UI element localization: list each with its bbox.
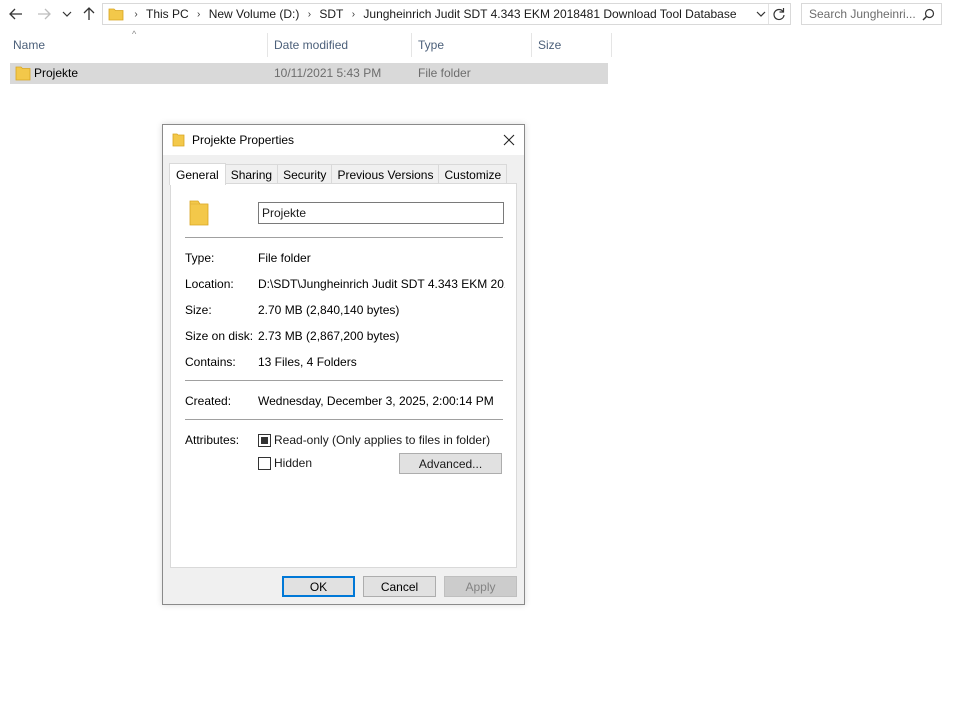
column-header-date-modified[interactable]: Date modified xyxy=(274,34,348,56)
folder-name-input[interactable]: Projekte xyxy=(258,202,504,224)
column-label: Type xyxy=(418,38,445,52)
back-button[interactable] xyxy=(6,4,26,24)
size-label: Size: xyxy=(185,303,212,317)
hidden-checkbox[interactable]: Hidden xyxy=(258,456,312,470)
type-value: File folder xyxy=(258,251,311,265)
up-button[interactable] xyxy=(80,4,98,24)
breadcrumb-current-folder[interactable]: Jungheinrich Judit SDT 4.343 EKM 2018481… xyxy=(363,7,736,21)
readonly-checkbox[interactable]: Read-only (Only applies to files in fold… xyxy=(258,433,490,447)
tab-strip: General Sharing Security Previous Versio… xyxy=(169,163,508,185)
contains-value: 13 Files, 4 Folders xyxy=(258,355,357,369)
search-placeholder: Search Jungheinri... xyxy=(809,7,916,21)
divider xyxy=(185,380,503,381)
tab-sharing[interactable]: Sharing xyxy=(224,164,279,184)
dialog-titlebar[interactable]: Projekte Properties xyxy=(163,125,524,155)
breadcrumb-this-pc[interactable]: This PC xyxy=(146,7,189,21)
created-value: Wednesday, December 3, 2025, 2:00:14 PM xyxy=(258,394,494,408)
address-divider xyxy=(768,4,769,24)
column-divider[interactable] xyxy=(411,33,412,57)
breadcrumb-separator-icon: › xyxy=(197,8,201,20)
readonly-checkbox-indeterminate-icon xyxy=(258,433,271,447)
sort-ascending-icon: ^ xyxy=(132,29,137,39)
column-header-name[interactable]: Name xyxy=(13,34,45,56)
up-arrow-icon xyxy=(83,7,95,20)
properties-dialog: Projekte Properties General Sharing Secu… xyxy=(162,124,525,605)
type-label: Type: xyxy=(185,251,215,265)
column-divider[interactable] xyxy=(531,33,532,57)
forward-arrow-icon xyxy=(38,8,51,20)
size-value: 2.70 MB (2,840,140 bytes) xyxy=(258,303,400,317)
divider xyxy=(185,237,503,238)
location-value: D:\SDT\Jungheinrich Judit SDT 4.343 EKM … xyxy=(258,277,505,291)
size-on-disk-value: 2.73 MB (2,867,200 bytes) xyxy=(258,329,400,343)
divider xyxy=(185,419,503,420)
address-bar[interactable]: › This PC › New Volume (D:) › SDT › Jung… xyxy=(102,3,791,25)
folder-large-icon xyxy=(189,200,209,226)
search-input[interactable]: Search Jungheinri... xyxy=(801,3,942,25)
tab-general[interactable]: General xyxy=(169,163,226,185)
recent-locations-button[interactable] xyxy=(60,4,74,24)
hidden-checkbox-box xyxy=(258,456,271,470)
readonly-label: Read-only (Only applies to files in fold… xyxy=(274,433,491,447)
search-icon xyxy=(922,8,935,21)
column-header-type[interactable]: Type xyxy=(418,34,444,56)
breadcrumb-separator-icon: › xyxy=(307,8,312,20)
column-label: Name xyxy=(13,38,46,52)
breadcrumb-separator-icon: › xyxy=(351,8,356,20)
file-name: Projekte xyxy=(34,66,79,80)
folder-name-value: Projekte xyxy=(262,206,307,220)
column-divider[interactable] xyxy=(611,33,612,57)
location-label: Location: xyxy=(185,277,234,291)
tab-previous-versions[interactable]: Previous Versions xyxy=(331,164,440,184)
attributes-label: Attributes: xyxy=(185,433,240,447)
address-dropdown-icon[interactable] xyxy=(754,7,768,21)
hidden-label: Hidden xyxy=(274,456,313,470)
column-label: Size xyxy=(538,38,562,52)
column-label: Date modified xyxy=(274,38,349,52)
close-icon xyxy=(503,134,515,146)
refresh-icon[interactable] xyxy=(771,6,787,22)
ok-button[interactable]: OK xyxy=(282,576,355,597)
size-on-disk-label: Size on disk: xyxy=(185,329,254,343)
folder-icon xyxy=(15,66,31,81)
general-tab-panel: Projekte Type: File folder Location: D:\… xyxy=(170,183,517,568)
tab-customize[interactable]: Customize xyxy=(438,164,508,184)
apply-button[interactable]: Apply xyxy=(444,576,517,597)
folder-icon xyxy=(108,8,124,21)
file-date-modified: 10/11/2021 5:43 PM xyxy=(274,66,382,80)
created-label: Created: xyxy=(185,394,232,408)
forward-button[interactable] xyxy=(34,4,54,24)
breadcrumb-separator-icon: › xyxy=(134,8,138,20)
folder-icon xyxy=(172,133,185,147)
breadcrumb-drive[interactable]: New Volume (D:) xyxy=(209,7,300,21)
advanced-button[interactable]: Advanced... xyxy=(399,453,502,474)
close-button[interactable] xyxy=(494,125,524,155)
column-header-size[interactable]: Size xyxy=(538,34,561,56)
chevron-down-icon xyxy=(62,11,72,17)
contains-label: Contains: xyxy=(185,355,236,369)
file-row-projekte[interactable]: Projekte 10/11/2021 5:43 PM File folder xyxy=(10,63,608,84)
cancel-button[interactable]: Cancel xyxy=(363,576,436,597)
back-arrow-icon xyxy=(9,8,22,20)
dialog-title: Projekte Properties xyxy=(192,133,295,147)
tab-security[interactable]: Security xyxy=(277,164,333,184)
breadcrumb-sdt[interactable]: SDT xyxy=(319,7,343,21)
file-type: File folder xyxy=(418,66,471,80)
column-divider[interactable] xyxy=(267,33,268,57)
